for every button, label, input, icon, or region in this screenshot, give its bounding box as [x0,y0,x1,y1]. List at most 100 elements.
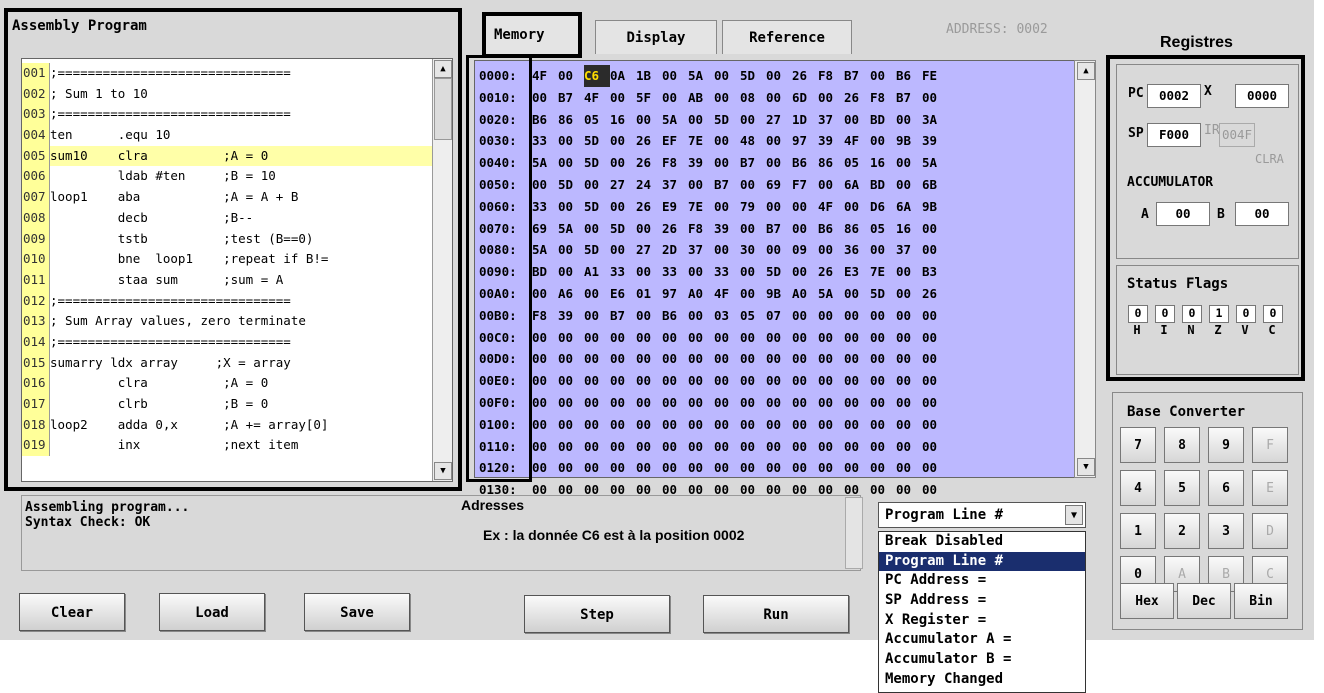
memory-byte[interactable]: 00 [844,305,870,327]
break-condition-options[interactable]: Break Disabled Program Line # PC Address =… [878,531,1086,693]
memory-byte[interactable]: 00 [688,109,714,131]
break-condition-select[interactable]: Program Line # ▼ [878,502,1086,528]
memory-byte[interactable]: 6A [844,174,870,196]
memory-byte[interactable]: 00 [766,370,792,392]
code-line[interactable]: 007 loop1 aba ;A = A + B [22,187,433,208]
memory-byte[interactable]: 86 [558,109,584,131]
code-line[interactable]: 008 decb ;B-- [22,207,433,229]
memory-byte[interactable]: 5A [532,152,558,174]
memory-grid[interactable]: 0000: 4F 00 C6 0A 1B 00 5A 00 5D 00 26 F8 B7 00 B6 FE 001… [474,60,1096,497]
memory-byte[interactable]: 5D [740,65,766,87]
memory-byte[interactable]: 00 [766,87,792,109]
memory-byte[interactable]: 33 [532,130,558,152]
memory-byte[interactable]: 5A [532,239,558,261]
code-line[interactable]: 015 sumarry ldx array ;X = array [22,352,433,374]
scroll-up-icon[interactable]: ▲ [1077,62,1095,80]
key-3-button[interactable]: 3 [1208,513,1244,549]
memory-byte[interactable]: 00 [766,457,792,479]
memory-byte[interactable]: B6 [792,152,818,174]
sp-field[interactable]: F000 [1147,123,1201,147]
memory-byte[interactable]: 00 [558,196,584,218]
memory-byte[interactable]: 00 [740,436,766,458]
memory-byte[interactable]: 00 [870,327,896,349]
code-line[interactable]: 012 ;=============================== [22,290,433,312]
memory-byte[interactable]: 9B [896,130,922,152]
memory-byte[interactable]: 26 [636,130,662,152]
memory-byte[interactable]: 2D [662,239,688,261]
x-field[interactable]: 0000 [1235,84,1289,108]
memory-byte[interactable]: 16 [610,109,636,131]
memory-byte[interactable]: 00 [636,392,662,414]
memory-scrollbar[interactable]: ▲ ▼ [1074,60,1096,478]
memory-byte[interactable]: 5F [636,87,662,109]
memory-byte[interactable]: 5A [688,65,714,87]
memory-byte[interactable]: 00 [792,370,818,392]
memory-byte[interactable]: 4F [818,196,844,218]
tab-reference[interactable]: Reference [722,20,852,54]
memory-byte[interactable]: 9B [766,283,792,305]
memory-byte[interactable]: 00 [766,414,792,436]
memory-byte[interactable]: 00 [662,370,688,392]
memory-byte[interactable]: 00 [766,392,792,414]
memory-byte[interactable]: 00 [792,327,818,349]
memory-byte[interactable]: 27 [636,239,662,261]
memory-byte[interactable]: B7 [844,65,870,87]
memory-byte[interactable]: 00 [584,436,610,458]
memory-byte[interactable]: 00 [584,457,610,479]
code-line[interactable]: 017 clrb ;B = 0 [22,394,433,415]
memory-byte[interactable]: 00 [610,327,636,349]
memory-byte[interactable]: 00 [610,152,636,174]
memory-byte[interactable]: 00 [636,457,662,479]
memory-byte[interactable]: 00 [584,305,610,327]
memory-byte[interactable]: 00 [740,261,766,283]
memory-byte[interactable]: 00 [818,348,844,370]
memory-byte[interactable]: 00 [896,283,922,305]
memory-byte[interactable]: 26 [662,218,688,240]
memory-byte[interactable]: 00 [532,327,558,349]
memory-byte[interactable]: 00 [922,457,948,479]
memory-byte[interactable]: 00 [740,348,766,370]
key-8-button[interactable]: 8 [1164,427,1200,463]
memory-byte[interactable]: 00 [714,65,740,87]
memory-byte[interactable]: F8 [870,87,896,109]
memory-byte[interactable]: B7 [896,87,922,109]
memory-byte[interactable]: 00 [558,239,584,261]
memory-byte[interactable]: 00 [922,327,948,349]
memory-byte[interactable]: 97 [662,283,688,305]
output-scrollbar[interactable] [845,497,863,569]
memory-byte[interactable]: F8 [688,218,714,240]
memory-byte[interactable]: 00 [532,87,558,109]
memory-byte[interactable]: 00 [870,479,896,501]
memory-byte[interactable]: 05 [584,109,610,131]
memory-byte[interactable]: 4F [584,87,610,109]
memory-byte[interactable]: 05 [844,152,870,174]
scroll-thumb[interactable] [434,78,452,140]
code-line[interactable]: 009 tstb ;test (B==0) [22,228,433,250]
memory-byte[interactable]: 08 [740,87,766,109]
memory-byte[interactable]: 00 [532,436,558,458]
memory-byte[interactable]: 00 [896,414,922,436]
memory-byte[interactable]: 00 [870,305,896,327]
memory-byte[interactable]: A0 [792,283,818,305]
memory-byte[interactable]: 00 [792,218,818,240]
key-d-button[interactable]: D [1252,513,1288,549]
memory-byte[interactable]: 00 [610,348,636,370]
assembly-editor[interactable]: 001 ;=============================== 002; … [21,58,453,482]
memory-byte[interactable]: 39 [558,305,584,327]
memory-byte[interactable]: 00 [922,370,948,392]
memory-byte[interactable]: 5D [558,174,584,196]
memory-byte[interactable]: 00 [870,414,896,436]
memory-byte[interactable]: B7 [714,174,740,196]
break-option[interactable]: Break Disabled [879,532,1085,552]
code-line[interactable]: 014 ;=============================== [22,331,433,353]
memory-byte[interactable]: 00 [584,283,610,305]
memory-byte[interactable]: B6 [818,218,844,240]
key-2-button[interactable]: 2 [1164,513,1200,549]
memory-byte[interactable]: 5A [558,218,584,240]
scroll-up-icon[interactable]: ▲ [434,60,452,78]
memory-byte[interactable]: 00 [532,414,558,436]
break-option[interactable]: SP Address = [879,591,1085,611]
key-9-button[interactable]: 9 [1208,427,1244,463]
memory-byte[interactable]: 03 [714,305,740,327]
memory-byte[interactable]: 00 [714,436,740,458]
